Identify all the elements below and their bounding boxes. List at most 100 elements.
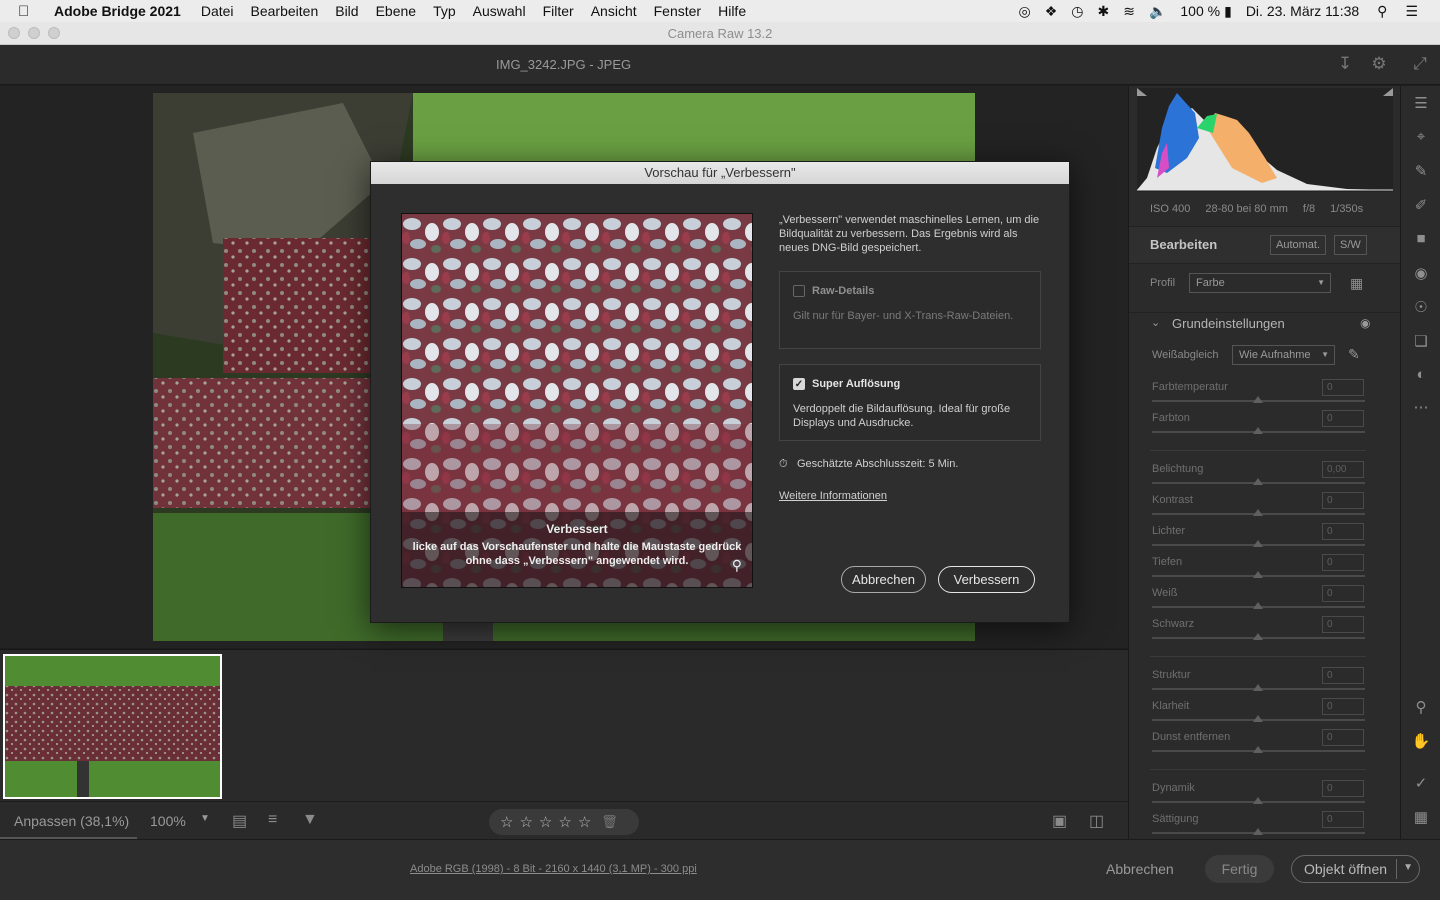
fullscreen-icon[interactable]: ⤢ bbox=[1409, 54, 1431, 76]
more-icon[interactable]: ⋯ bbox=[1411, 398, 1431, 418]
dropbox-icon[interactable]: ❖ bbox=[1045, 3, 1058, 20]
gradient-icon[interactable]: ■ bbox=[1411, 230, 1431, 250]
app-menu[interactable]: Adobe Bridge 2021 bbox=[54, 3, 181, 19]
star-icon[interactable]: ☆ bbox=[578, 813, 591, 831]
zoom-icon[interactable]: ⚲ bbox=[1411, 698, 1431, 718]
enhance-button[interactable]: Verbessern bbox=[938, 566, 1035, 593]
more-info-link[interactable]: Weitere Informationen bbox=[779, 490, 887, 502]
slider-value-dunst[interactable]: 0 bbox=[1322, 729, 1364, 746]
chevron-down-icon[interactable]: ▼ bbox=[1403, 862, 1413, 873]
menu-bild[interactable]: Bild bbox=[335, 3, 358, 19]
section-title[interactable]: Grundeinstellungen bbox=[1172, 316, 1285, 331]
zoom-out-icon[interactable]: ⚲ bbox=[732, 557, 742, 574]
slider-knob-belichtung[interactable] bbox=[1253, 478, 1263, 485]
time-machine-icon[interactable]: ◷ bbox=[1071, 3, 1083, 20]
slider-value-weiss[interactable]: 0 bbox=[1322, 585, 1364, 602]
red-eye-icon[interactable]: ☉ bbox=[1411, 298, 1431, 318]
cancel-button[interactable]: Abbrechen bbox=[1106, 861, 1174, 877]
slider-value-farbtemperatur[interactable]: 0 bbox=[1322, 379, 1364, 396]
profile-select[interactable]: Farbe ▼ bbox=[1189, 273, 1331, 293]
slider-knob-saettigung[interactable] bbox=[1253, 828, 1263, 835]
creative-cloud-icon[interactable]: ◎ bbox=[1018, 3, 1030, 20]
snapshots-icon[interactable]: ❏ bbox=[1411, 332, 1431, 352]
slider-value-dynamik[interactable]: 0 bbox=[1322, 780, 1364, 797]
grid-icon[interactable]: ▦ bbox=[1411, 808, 1431, 828]
slider-value-struktur[interactable]: 0 bbox=[1322, 667, 1364, 684]
slider-knob-dynamik[interactable] bbox=[1253, 797, 1263, 804]
volume-icon[interactable]: 🔈 bbox=[1149, 3, 1166, 20]
gear-icon[interactable]: ⚙ bbox=[1368, 54, 1390, 76]
dialog-cancel-button[interactable]: Abbrechen bbox=[841, 566, 926, 593]
slider-value-schwarz[interactable]: 0 bbox=[1322, 616, 1364, 633]
bluetooth-icon[interactable]: ✱ bbox=[1097, 3, 1109, 20]
control-center-icon[interactable]: ☰ bbox=[1405, 3, 1418, 20]
profile-browser-icon[interactable]: ▦ bbox=[1350, 275, 1363, 292]
menu-filter[interactable]: Filter bbox=[543, 3, 574, 19]
slider-knob-farbton[interactable] bbox=[1253, 427, 1263, 434]
open-object-button[interactable]: Objekt öffnen ▼ bbox=[1291, 855, 1420, 883]
slider-knob-struktur[interactable] bbox=[1253, 684, 1263, 691]
slider-value-saettigung[interactable]: 0 bbox=[1322, 811, 1364, 828]
chevron-down-icon[interactable]: ⌄ bbox=[1151, 316, 1160, 329]
slider-knob-weiss[interactable] bbox=[1253, 602, 1263, 609]
workflow-options-link[interactable]: Adobe RGB (1998) - 8 Bit - 2160 x 1440 (… bbox=[410, 863, 697, 875]
spotlight-icon[interactable]: ⚲ bbox=[1377, 3, 1387, 20]
slider-value-farbton[interactable]: 0 bbox=[1322, 410, 1364, 427]
single-view-icon[interactable]: ▣ bbox=[1052, 811, 1067, 831]
healing-icon[interactable]: ✎ bbox=[1411, 162, 1431, 182]
star-icon[interactable]: ☆ bbox=[539, 813, 552, 831]
menu-auswahl[interactable]: Auswahl bbox=[473, 3, 526, 19]
eyedropper-icon[interactable]: ✎ bbox=[1348, 346, 1360, 363]
sort-icon[interactable]: ≡ bbox=[268, 811, 277, 829]
battery-icon[interactable]: ▮ bbox=[1224, 3, 1232, 20]
menu-ansicht[interactable]: Ansicht bbox=[591, 3, 637, 19]
slider-knob-lichter[interactable] bbox=[1253, 540, 1263, 547]
menu-hilfe[interactable]: Hilfe bbox=[718, 3, 746, 19]
slider-value-klarheit[interactable]: 0 bbox=[1322, 698, 1364, 715]
save-image-icon[interactable]: ↧ bbox=[1334, 54, 1356, 76]
zoom-select[interactable]: 100% ▼ bbox=[150, 813, 210, 829]
slider-knob-farbtemperatur[interactable] bbox=[1253, 396, 1263, 403]
slider-knob-klarheit[interactable] bbox=[1253, 715, 1263, 722]
slider-knob-dunst[interactable] bbox=[1253, 746, 1263, 753]
super-resolution-checkbox[interactable]: ✓ bbox=[793, 378, 805, 390]
menu-datei[interactable]: Datei bbox=[201, 3, 234, 19]
slider-value-kontrast[interactable]: 0 bbox=[1322, 492, 1364, 509]
brush-icon[interactable]: ✐ bbox=[1411, 196, 1431, 216]
filmstrip-options-icon[interactable]: ▤ bbox=[232, 811, 247, 831]
raw-details-option[interactable]: Raw-Details Gilt nur für Bayer- und X-Tr… bbox=[779, 271, 1041, 349]
color-sampler-icon[interactable]: ✓ bbox=[1411, 774, 1431, 794]
hand-icon[interactable]: ✋ bbox=[1411, 732, 1431, 752]
presets-icon[interactable]: ◐ bbox=[1411, 366, 1431, 386]
slider-knob-schwarz[interactable] bbox=[1253, 633, 1263, 640]
edit-sliders-icon[interactable]: ☰ bbox=[1411, 94, 1431, 114]
super-resolution-option[interactable]: ✓ Super Auflösung Verdoppelt die Bildauf… bbox=[779, 364, 1041, 441]
clock[interactable]: Di. 23. März 11:38 bbox=[1246, 3, 1359, 19]
trash-icon[interactable]: 🗑 bbox=[601, 814, 618, 830]
star-icon[interactable]: ☆ bbox=[519, 813, 532, 831]
menu-bearbeiten[interactable]: Bearbeiten bbox=[251, 3, 319, 19]
star-icon[interactable]: ☆ bbox=[500, 813, 513, 831]
filmstrip-thumbnail[interactable] bbox=[3, 654, 222, 799]
white-balance-select[interactable]: Wie Aufnahme ▼ bbox=[1232, 345, 1335, 365]
menu-ebene[interactable]: Ebene bbox=[376, 3, 416, 19]
before-after-icon[interactable]: ◫ bbox=[1089, 811, 1104, 831]
star-icon[interactable]: ☆ bbox=[558, 813, 571, 831]
slider-knob-tiefen[interactable] bbox=[1253, 571, 1263, 578]
slider-value-belichtung[interactable]: 0,00 bbox=[1322, 461, 1364, 478]
crop-icon[interactable]: ⌖ bbox=[1411, 128, 1431, 148]
slider-value-tiefen[interactable]: 0 bbox=[1322, 554, 1364, 571]
auto-button[interactable]: Automat. bbox=[1270, 235, 1327, 255]
radial-filter-icon[interactable]: ◉ bbox=[1411, 264, 1431, 284]
zoom-fit-button[interactable]: Anpassen (38,1%) bbox=[0, 802, 137, 839]
slider-value-lichter[interactable]: 0 bbox=[1322, 523, 1364, 540]
rating-stars[interactable]: ☆ ☆ ☆ ☆ ☆ 🗑 bbox=[489, 809, 639, 835]
menu-typ[interactable]: Typ bbox=[433, 3, 456, 19]
black-white-button[interactable]: S/W bbox=[1334, 235, 1367, 255]
apple-icon[interactable]:  bbox=[18, 3, 40, 20]
wifi-icon[interactable]: ≋ bbox=[1123, 3, 1135, 20]
filter-icon[interactable]: ▼ bbox=[302, 811, 318, 829]
slider-knob-kontrast[interactable] bbox=[1253, 509, 1263, 516]
raw-details-checkbox[interactable] bbox=[793, 285, 805, 297]
done-button[interactable]: Fertig bbox=[1205, 855, 1274, 883]
